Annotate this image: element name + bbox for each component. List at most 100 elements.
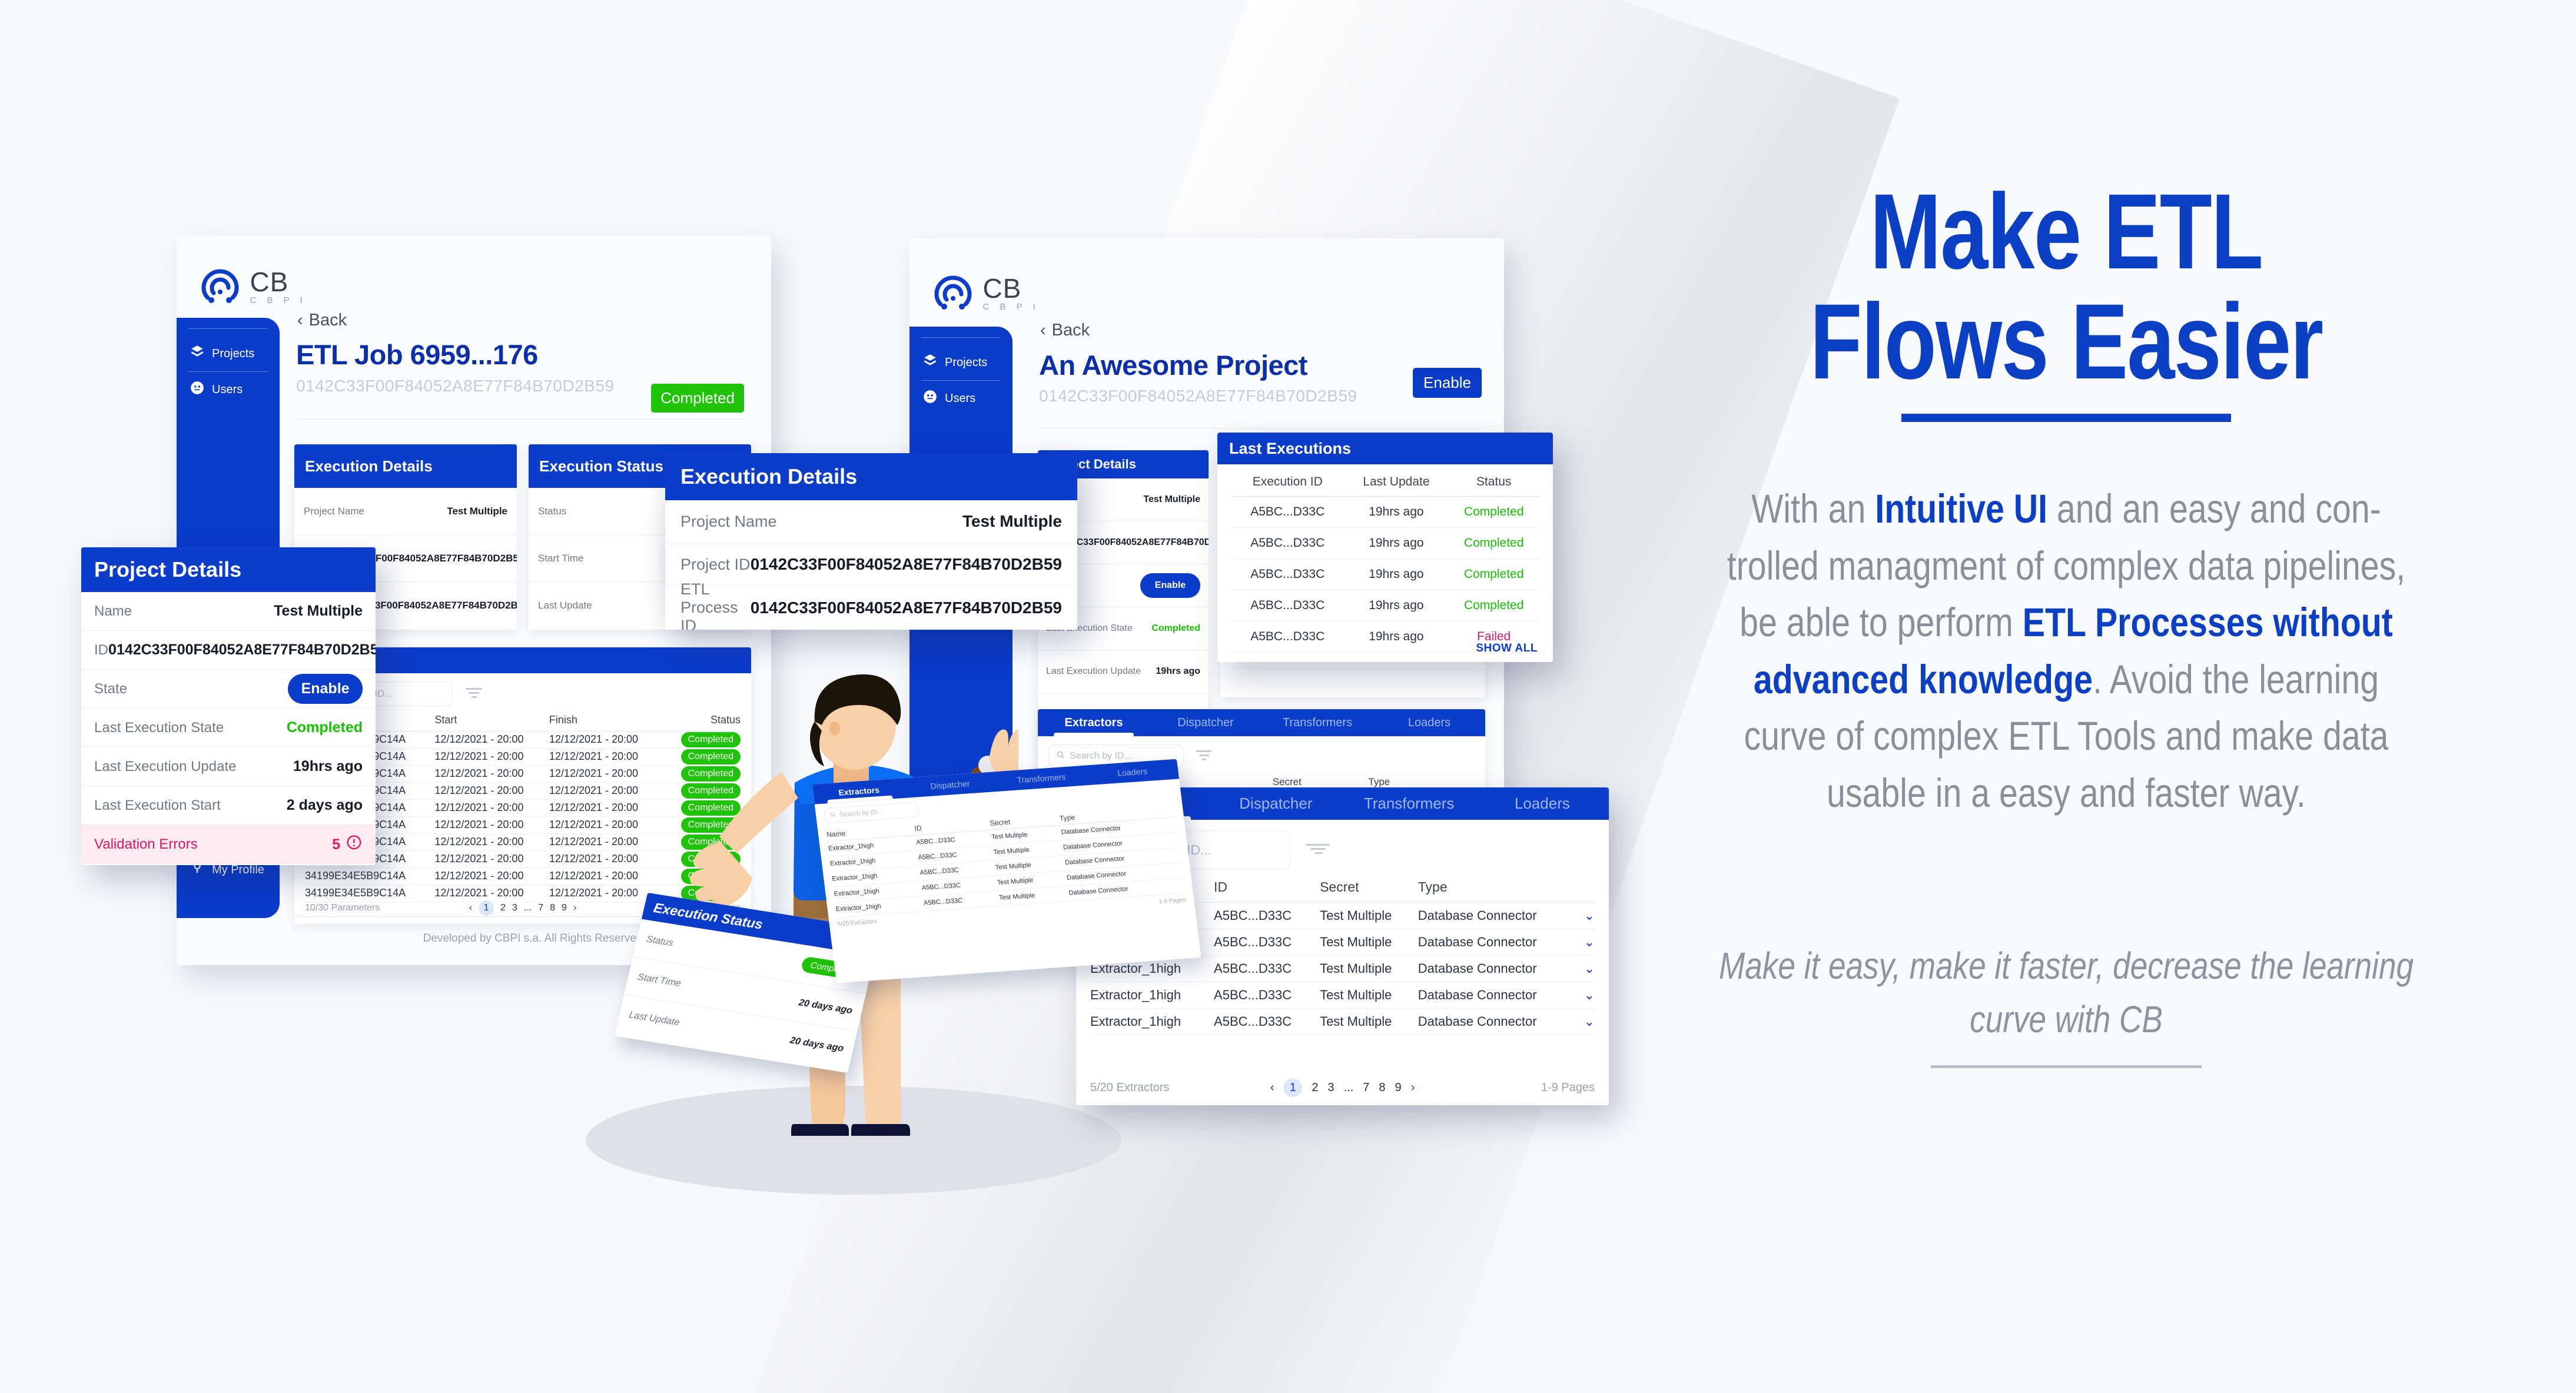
pager-page[interactable]: 9	[562, 903, 567, 913]
cb-mark-icon	[931, 267, 975, 315]
tab-extractors[interactable]: Extractors	[1038, 709, 1150, 736]
pager-page[interactable]: 8	[550, 903, 555, 913]
table-column-header: Execution ID	[1230, 468, 1345, 497]
chevron-down-icon[interactable]: ⌄	[1584, 1014, 1595, 1029]
pager-page[interactable]: 2	[1312, 1081, 1318, 1095]
detail-row-key: Project ID	[680, 555, 751, 573]
pager-prev[interactable]: ‹	[1270, 1081, 1274, 1095]
cell-finish: 12/12/2021 - 20:00	[549, 748, 664, 766]
parameters-pager[interactable]: ‹ 1 2 3... 7 8 9 ›	[450, 900, 596, 916]
cell-id: A5BC...D33C	[1214, 902, 1320, 929]
sidebar-item-projects[interactable]: Projects	[177, 329, 280, 371]
detail-row-key: Last Execution Start	[94, 797, 221, 813]
pager-page[interactable]: 3	[512, 903, 517, 913]
brand-name: CB	[982, 273, 1022, 304]
pager-page[interactable]: ...	[1344, 1081, 1354, 1095]
float-filter-icon[interactable]	[1306, 843, 1330, 856]
float-execution-details-rows: Project Name Test Multiple Project ID 0142C…	[665, 500, 1077, 630]
sidebar-item-users[interactable]: Users	[177, 372, 280, 407]
paper-search-input: Search by ID...	[823, 802, 919, 824]
sidebar-item-projects-2[interactable]: Projects	[909, 338, 1013, 380]
pager-page[interactable]: 8	[1379, 1081, 1385, 1095]
brand-name: CB	[250, 267, 289, 297]
header-divider-etl-job	[296, 419, 745, 420]
detail-row-key: ID	[94, 641, 108, 658]
float-last-executions-table: Execution ID Last Update Status A5BC...D33C…	[1230, 468, 1540, 653]
chevron-down-icon[interactable]: ⌄	[1584, 988, 1595, 1003]
cell-secret: Test Multiple	[1320, 955, 1418, 982]
cell-type: Database Connector ⌄	[1418, 982, 1595, 1009]
tab-transformers[interactable]: Transformers	[1343, 787, 1476, 820]
promo-headline-underline	[1901, 413, 2231, 422]
show-all-link[interactable]: SHOW ALL	[1476, 642, 1538, 655]
tab-loaders[interactable]: Loaders	[1476, 787, 1609, 820]
cell-secret: Test Multiple	[1320, 982, 1418, 1009]
chevron-down-icon[interactable]: ⌄	[1584, 935, 1595, 950]
pager-page-current[interactable]: 1	[479, 900, 494, 916]
detail-row: Last Execution Update 19hrs ago	[81, 747, 376, 786]
pager-next[interactable]: ›	[573, 903, 576, 913]
paper-row-key: Status	[645, 934, 675, 948]
brand-logo-etl-job: CB C B P I	[198, 260, 307, 309]
detail-row-key: Start Time	[538, 552, 584, 564]
page-title-etl-job: ETL Job 6959...176	[296, 339, 538, 370]
pager-page[interactable]: 2	[500, 903, 506, 913]
page-guid-project: 0142C33F00F84052A8E77F84B70D2B59	[1039, 387, 1357, 405]
pager-page[interactable]: 9	[1395, 1081, 1402, 1095]
projects-icon	[190, 344, 205, 363]
tabs-extractors-inwin[interactable]: Extractors Dispatcher Transformers Loaders	[1038, 709, 1485, 736]
parameters-count: 10/30 Parameters	[305, 903, 380, 913]
detail-row-value: 0142C33F00F84052A8E77F84B70D2B59	[1055, 537, 1209, 547]
detail-row-key: Status	[538, 505, 567, 517]
detail-row-value: Test Multiple	[962, 512, 1062, 530]
back-link-etl-job[interactable]: ‹ Back	[297, 311, 347, 330]
float-extractors-pages-label: 1-9 Pages	[1541, 1081, 1595, 1094]
pager-page[interactable]: 3	[1327, 1081, 1334, 1095]
tab-loaders[interactable]: Loaders	[1373, 709, 1485, 736]
detail-row-key: ETL Process ID	[680, 580, 738, 630]
promo-tagline-underline	[1931, 1065, 2202, 1069]
cell-start: 12/12/2021 - 20:00	[434, 748, 549, 766]
cell-secret: Test Multiple	[1320, 929, 1418, 956]
detail-row-value: 0142C33F00F84052A8E77F84B70D2B59	[750, 555, 1062, 573]
cell-last-update: 19hrs ago	[1345, 590, 1448, 621]
cell-finish: 12/12/2021 - 20:00	[549, 850, 664, 868]
pager-next[interactable]: ›	[1411, 1081, 1415, 1095]
filter-icon-parameters[interactable]	[465, 687, 483, 700]
cell-id: A5BC...D33C	[1214, 1008, 1320, 1035]
chevron-down-icon[interactable]: ⌄	[1584, 908, 1595, 923]
detail-row-key: Last Update	[538, 600, 592, 611]
chevron-down-icon[interactable]: ⌄	[1584, 961, 1595, 976]
detail-row-value: 19hrs ago	[1156, 666, 1200, 676]
cell-execution-id: A5BC...D33C	[1230, 621, 1345, 653]
pager-page[interactable]: ...	[524, 903, 532, 913]
brand-subtitle: C B P I	[250, 295, 307, 305]
pager-page[interactable]: 7	[1363, 1081, 1369, 1095]
pager-page-current[interactable]: 1	[1283, 1078, 1303, 1097]
enable-button-project[interactable]: Enable	[1413, 368, 1482, 398]
cell-start: 12/12/2021 - 20:00	[434, 816, 549, 834]
tab-dispatcher[interactable]: Dispatcher	[1209, 787, 1342, 820]
detail-row: Last Execution Update 19hrs ago	[1038, 650, 1209, 693]
detail-row-value: 5	[332, 834, 363, 855]
float-extractors-pager[interactable]: ‹ 1 2 3... 7 8 9 ›	[1259, 1078, 1427, 1097]
tab-dispatcher[interactable]: Dispatcher	[1150, 709, 1262, 736]
pager-page[interactable]: 7	[538, 903, 543, 913]
table-row: A5BC...D33C19hrs agoCompleted	[1230, 590, 1540, 621]
cell-status: Completed	[1448, 558, 1540, 590]
tab-transformers[interactable]: Transformers	[1262, 709, 1373, 736]
cell-start: 12/12/2021 - 20:00	[434, 867, 549, 885]
table-row: A5BC...D33C19hrs agoCompleted	[1230, 527, 1540, 559]
sidebar-item-label-users-2: Users	[945, 391, 976, 405]
state-enable-button[interactable]: Enable	[1140, 573, 1200, 598]
sidebar-item-label-projects: Projects	[212, 347, 255, 360]
detail-row-value: 19hrs ago	[293, 758, 363, 774]
filter-icon-extractors-inwin[interactable]	[1196, 750, 1212, 763]
back-link-project[interactable]: ‹ Back	[1040, 321, 1090, 340]
cell-start: 12/12/2021 - 20:00	[434, 850, 549, 868]
detail-row: Name Test Multiple	[81, 592, 376, 631]
pager-prev[interactable]: ‹	[469, 903, 472, 913]
sidebar-item-users-2[interactable]: Users	[909, 381, 1013, 416]
table-column-header: Finish	[549, 710, 664, 732]
state-enable-button[interactable]: Enable	[288, 674, 363, 704]
